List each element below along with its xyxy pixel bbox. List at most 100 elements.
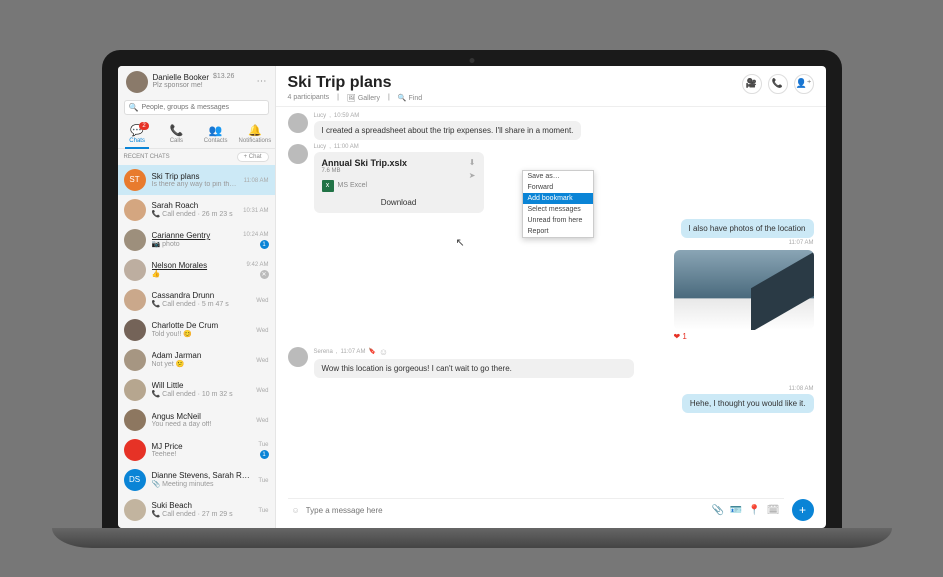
audio-call-button[interactable]: 📞	[768, 74, 788, 94]
context-item[interactable]: Report	[523, 226, 593, 237]
profile-header[interactable]: Danielle Booker $13.26 Plz sponsor me! ⋯	[118, 66, 275, 98]
file-attachment[interactable]: Annual Ski Trip.xslx 7.6 MB xMS Excel ⬇➤…	[314, 152, 484, 213]
recent-label: RECENT CHATS	[124, 154, 170, 160]
phone-icon: 📞	[157, 124, 196, 137]
contact-card-icon[interactable]: 🪪	[730, 505, 742, 516]
schedule-icon[interactable]: 🗓	[767, 505, 780, 516]
chat-preview: Not yet 😕	[152, 360, 251, 368]
add-participant-button[interactable]: 👤⁺	[794, 74, 814, 94]
avatar	[124, 349, 146, 371]
message-bubble[interactable]: I created a spreadsheet about the trip e…	[314, 121, 582, 140]
chat-time: Tue	[258, 508, 268, 514]
avatar[interactable]	[126, 71, 148, 93]
chat-item[interactable]: Cassandra Drunn📞 Call ended · 5 m 47 sWe…	[118, 285, 275, 315]
avatar	[124, 439, 146, 461]
file-name: Annual Ski Trip.xslx	[322, 158, 463, 168]
message-bubble[interactable]: Hehe, I thought you would like it.	[682, 394, 814, 413]
muted-icon: ✕	[260, 270, 269, 279]
avatar	[124, 289, 146, 311]
send-button[interactable]: +	[792, 499, 814, 521]
chat-item[interactable]: Suki Beach📞 Call ended · 27 m 29 sTue	[118, 495, 275, 525]
chat-time: Wed	[256, 328, 268, 334]
bookmark-icon: 🔖	[368, 348, 375, 355]
context-item[interactable]: Unread from here	[523, 215, 593, 226]
chat-item[interactable]: ST Ski Trip plansIs there any way to pin …	[118, 165, 275, 195]
chat-item[interactable]: Nelson Morales👍9:42 AM✕	[118, 255, 275, 285]
context-item[interactable]: Save as…	[523, 171, 593, 182]
avatar: DS	[124, 469, 146, 491]
chat-item[interactable]: Will Little📞 Call ended · 10 m 32 sWed	[118, 375, 275, 405]
chat-item[interactable]: Adam JarmanNot yet 😕Wed	[118, 345, 275, 375]
chat-preview: Is there any way to pin these…	[152, 181, 238, 188]
chat-list: ST Ski Trip plansIs there any way to pin …	[118, 165, 275, 528]
video-call-button[interactable]: 🎥	[742, 74, 762, 94]
tab-chats[interactable]: 💬Chats2	[118, 120, 157, 148]
avatar[interactable]	[288, 144, 308, 164]
save-icon[interactable]: ⬇	[469, 158, 476, 167]
react-icon[interactable]: ☺	[379, 347, 388, 357]
message-bubble[interactable]: I also have photos of the location	[681, 219, 814, 238]
attach-file-icon[interactable]: 📎	[711, 505, 723, 516]
image-attachment[interactable]	[674, 250, 814, 330]
gallery-link[interactable]: 🖼 Gallery	[347, 94, 380, 102]
search-icon: 🔍	[129, 103, 139, 112]
bell-icon: 🔔	[235, 124, 274, 137]
avatar	[124, 409, 146, 431]
chat-item[interactable]: DSDianne Stevens, Sarah Roach📎 Meeting m…	[118, 465, 275, 495]
avatar[interactable]	[288, 113, 308, 133]
chat-preview: You need a day off!	[152, 421, 251, 428]
chat-name: Cassandra Drunn	[152, 291, 251, 300]
chat-preview: 📎 Meeting minutes	[152, 480, 253, 488]
chat-item[interactable]: Carianne Gentry📷 photo10:24 AM1	[118, 225, 275, 255]
chat-item[interactable]: Angus McNeilYou need a day off!Wed	[118, 405, 275, 435]
more-icon[interactable]: ⋯	[257, 76, 267, 87]
tab-notifications[interactable]: 🔔Notifications	[235, 120, 274, 148]
chat-item[interactable]: MJ PriceTeehee!Tue1	[118, 435, 275, 465]
chat-name: Sarah Roach	[152, 201, 238, 210]
excel-icon: x	[322, 180, 334, 192]
emoji-icon[interactable]: ☺	[292, 506, 300, 515]
message-input[interactable]	[306, 506, 706, 515]
new-chat-button[interactable]: + Chat	[237, 152, 269, 162]
chat-name: Ski Trip plans	[152, 172, 238, 181]
find-link[interactable]: 🔍 Find	[398, 94, 422, 102]
sidebar: Danielle Booker $13.26 Plz sponsor me! ⋯…	[118, 66, 276, 528]
file-size: 7.6 MB	[322, 168, 463, 174]
conversation-header: Ski Trip plans 4 participants| 🖼 Gallery…	[276, 66, 826, 107]
avatar	[124, 199, 146, 221]
search-input[interactable]	[141, 104, 263, 111]
chat-time: 10:31 AM	[243, 208, 268, 214]
context-item[interactable]: Forward	[523, 182, 593, 193]
reaction-badge[interactable]: ❤ 1	[674, 332, 814, 341]
chat-time: 10:24 AM	[243, 232, 268, 238]
unread-badge: 1	[260, 450, 269, 459]
unread-badge: 1	[260, 240, 269, 249]
tab-contacts[interactable]: 👥Contacts	[196, 120, 235, 148]
chat-icon: 💬	[118, 124, 157, 137]
contacts-icon: 👥	[196, 124, 235, 137]
message-list: Lucy, 10:59 AM I created a spreadsheet a…	[276, 107, 826, 491]
chat-item[interactable]: Sarah Roach📞 Call ended · 26 m 23 s10:31…	[118, 195, 275, 225]
avatar: ST	[124, 169, 146, 191]
chat-time: Wed	[256, 388, 268, 394]
message-bubble[interactable]: Wow this location is gorgeous! I can't w…	[314, 359, 634, 378]
avatar[interactable]	[288, 347, 308, 367]
forward-icon[interactable]: ➤	[469, 171, 476, 180]
tab-calls[interactable]: 📞Calls	[157, 120, 196, 148]
chat-name: MJ Price	[152, 442, 253, 451]
context-item[interactable]: Select messages	[523, 204, 593, 215]
avatar	[124, 229, 146, 251]
search-box[interactable]: 🔍	[124, 100, 269, 115]
download-button[interactable]: Download	[322, 198, 476, 207]
chats-badge: 2	[139, 122, 148, 130]
location-icon[interactable]: 📍	[748, 505, 760, 516]
chat-name: Charlotte De Crum	[152, 321, 251, 330]
participants-link[interactable]: 4 participants	[288, 94, 330, 102]
chat-preview: 📷 photo	[152, 240, 238, 248]
chat-time: Wed	[256, 298, 268, 304]
avatar	[124, 319, 146, 341]
profile-balance: $13.26	[213, 73, 234, 81]
chat-item[interactable]: Charlotte De CrumTold you!! 😊Wed	[118, 315, 275, 345]
context-item[interactable]: Add bookmark	[523, 193, 593, 204]
context-menu: Save as…ForwardAdd bookmarkSelect messag…	[522, 170, 594, 238]
